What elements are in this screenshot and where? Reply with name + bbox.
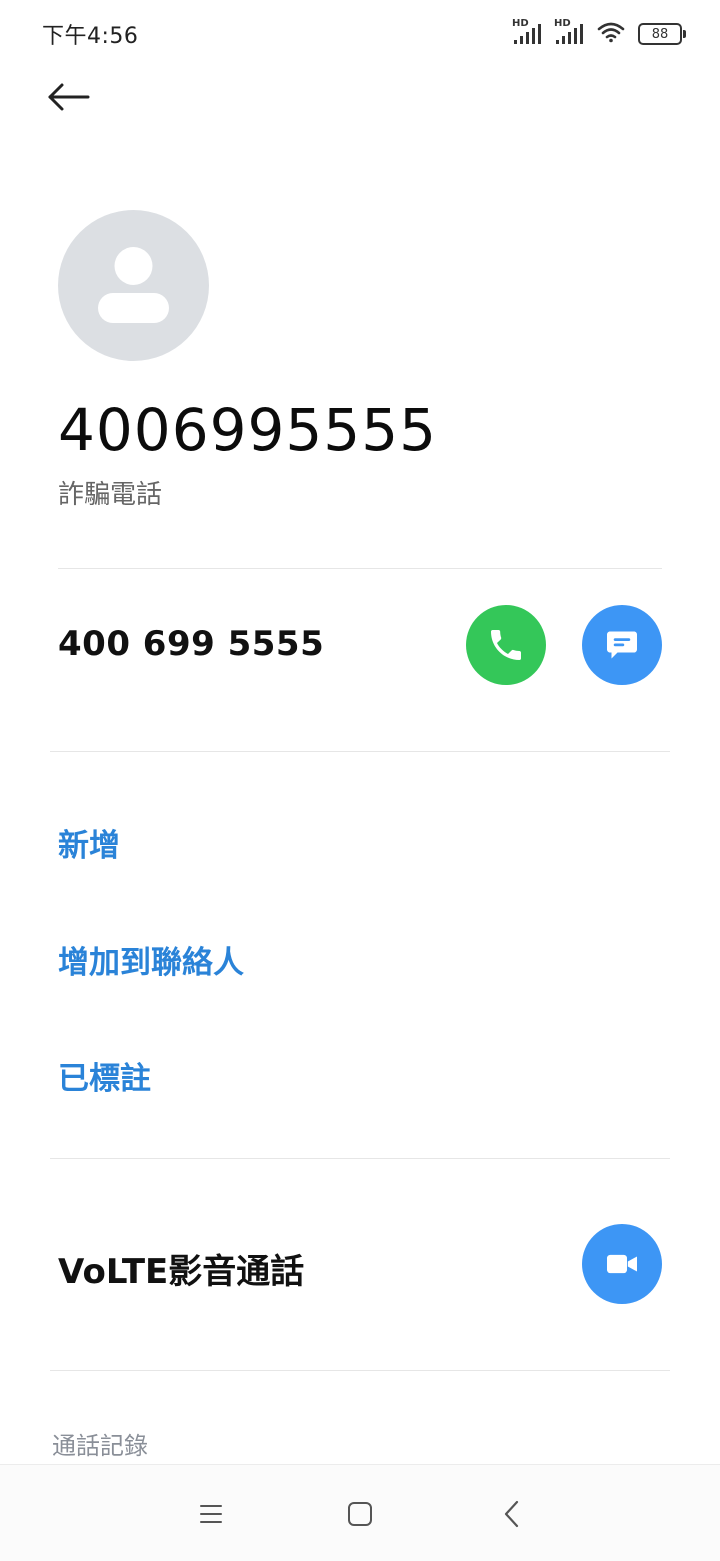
person-icon (98, 247, 169, 323)
status-time: 下午4:56 (42, 24, 139, 49)
back-chevron-icon (504, 1500, 519, 1528)
video-camera-icon (607, 1254, 637, 1274)
phone-icon (491, 630, 521, 660)
message-button[interactable] (582, 605, 662, 685)
nav-back-button[interactable] (487, 1489, 537, 1539)
add-to-contacts-button[interactable]: 增加到聯絡人 (58, 937, 244, 982)
volte-label: VoLTE影音通話 (58, 1252, 305, 1292)
home-icon (348, 1502, 372, 1526)
back-arrow-icon (48, 83, 90, 111)
call-history-label: 通話記錄 (52, 1432, 148, 1460)
status-icons: HD HD 88 (512, 18, 686, 48)
divider (50, 1370, 670, 1371)
nav-menu-button[interactable] (186, 1489, 236, 1539)
signal-1-icon: HD (512, 18, 542, 46)
signal-2-label: HD (554, 18, 571, 29)
video-call-button[interactable] (582, 1224, 662, 1304)
navigation-bar (0, 1464, 720, 1561)
wifi-icon (596, 20, 626, 48)
battery-level: 88 (651, 26, 669, 42)
marked-button[interactable]: 已標註 (58, 1053, 151, 1098)
contact-tag: 詐騙電話 (58, 480, 163, 510)
avatar (58, 210, 209, 361)
menu-icon (200, 1505, 222, 1523)
contact-number-title: 4006995555 (58, 396, 438, 464)
phone-number[interactable]: 400 699 5555 (58, 624, 324, 664)
divider (50, 751, 670, 752)
message-icon (607, 631, 637, 659)
call-button[interactable] (466, 605, 546, 685)
signal-1-label: HD (512, 18, 529, 29)
new-contact-button[interactable]: 新增 (58, 820, 120, 865)
back-button[interactable] (40, 74, 96, 120)
battery-icon: 88 (638, 23, 686, 45)
nav-home-button[interactable] (335, 1489, 385, 1539)
divider (50, 1158, 670, 1159)
signal-2-icon: HD (554, 18, 584, 46)
divider (58, 568, 662, 569)
